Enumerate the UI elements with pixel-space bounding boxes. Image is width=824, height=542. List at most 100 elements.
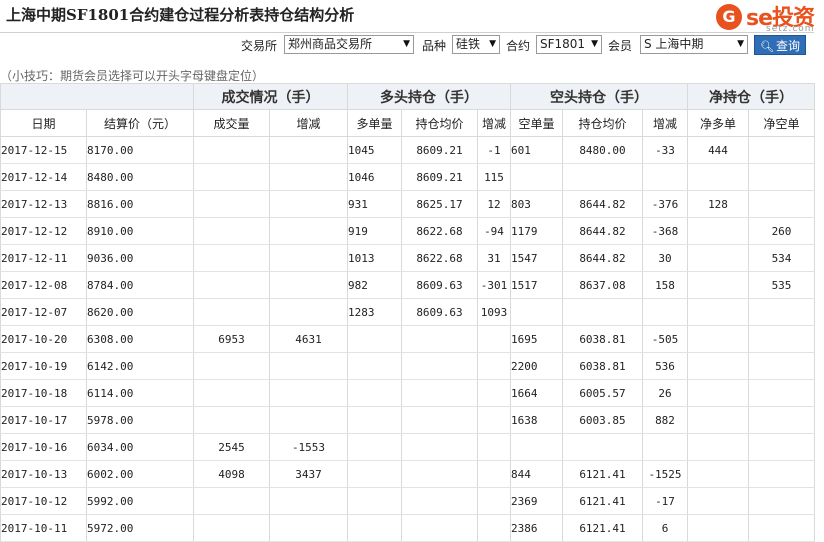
- cell-price: 5992.00: [86, 487, 194, 515]
- cell-price: 6002.00: [86, 460, 194, 488]
- cell-net-long: [687, 433, 749, 461]
- cell-vol: [193, 379, 270, 407]
- cell-net-short: [748, 433, 815, 461]
- cell-vol-chg: 4631: [269, 325, 348, 353]
- table-row: 2017-12-08 8784.00 982 8609.63 -301 1517 8637.…: [0, 271, 815, 299]
- cell-vol-chg: [269, 298, 348, 326]
- cell-short: 1695: [510, 325, 563, 353]
- cell-price: 9036.00: [86, 244, 194, 272]
- cell-vol-chg: [269, 244, 348, 272]
- cell-long-avg: 8609.63: [401, 271, 478, 299]
- cell-long-chg: [477, 352, 511, 380]
- cell-net-short: [748, 325, 815, 353]
- cell-net-short: [748, 298, 815, 326]
- cell-short: [510, 163, 563, 191]
- cell-short-chg: -368: [642, 217, 688, 245]
- cell-short: 803: [510, 190, 563, 218]
- cell-vol-chg: 3437: [269, 460, 348, 488]
- cell-short-avg: 6121.41: [562, 514, 643, 542]
- contract-select[interactable]: SF1801 ▼: [536, 35, 602, 54]
- cell-long-avg: [401, 352, 478, 380]
- cell-short: [510, 433, 563, 461]
- cell-date: 2017-10-12: [0, 487, 87, 515]
- cell-vol: 2545: [193, 433, 270, 461]
- cell-long-avg: [401, 514, 478, 542]
- cell-vol-chg: [269, 190, 348, 218]
- table-row: 2017-10-11 5972.00 2386 6121.41 6: [0, 514, 815, 542]
- cell-long: 1283: [347, 298, 402, 326]
- cell-date: 2017-10-11: [0, 514, 87, 542]
- table-row: 2017-10-16 6034.00 2545 -1553: [0, 433, 815, 461]
- cell-long-avg: 8625.17: [401, 190, 478, 218]
- logo-icon: G: [716, 4, 742, 30]
- cell-vol: [193, 136, 270, 164]
- cell-net-long: [687, 217, 749, 245]
- cell-long-avg: [401, 325, 478, 353]
- cell-long-avg: 8609.63: [401, 298, 478, 326]
- cell-short-chg: 26: [642, 379, 688, 407]
- cell-short-avg: 8644.82: [562, 244, 643, 272]
- cell-long-chg: 115: [477, 163, 511, 191]
- contract-label: 合约: [506, 39, 531, 53]
- cell-vol-chg: [269, 487, 348, 515]
- cell-vol: [193, 271, 270, 299]
- cell-short: 2369: [510, 487, 563, 515]
- cell-net-long: [687, 271, 749, 299]
- cell-long-avg: [401, 433, 478, 461]
- cell-price: 8784.00: [86, 271, 194, 299]
- table-row: 2017-10-19 6142.00 2200 6038.81 536: [0, 352, 815, 380]
- cell-net-long: [687, 163, 749, 191]
- cell-long: 919: [347, 217, 402, 245]
- cell-long: 1045: [347, 136, 402, 164]
- col-short-qty: 空单量: [510, 109, 563, 137]
- cell-vol-chg: -1553: [269, 433, 348, 461]
- cell-vol-chg: [269, 136, 348, 164]
- cell-net-short: [748, 136, 815, 164]
- cell-vol-chg: [269, 271, 348, 299]
- variety-select-value: 硅铁: [456, 37, 481, 51]
- cell-net-short: [748, 163, 815, 191]
- cell-short: 1664: [510, 379, 563, 407]
- cell-price: 6308.00: [86, 325, 194, 353]
- cell-short-avg: 8644.82: [562, 217, 643, 245]
- cell-long-chg: 31: [477, 244, 511, 272]
- cell-short-avg: 6038.81: [562, 325, 643, 353]
- cell-date: 2017-12-12: [0, 217, 87, 245]
- query-button[interactable]: 🔍︎ 查询: [754, 35, 806, 55]
- cell-date: 2017-10-18: [0, 379, 87, 407]
- cell-net-short: [748, 406, 815, 434]
- cell-long-avg: 8609.21: [401, 163, 478, 191]
- cell-long: [347, 433, 402, 461]
- cell-short-avg: 8480.00: [562, 136, 643, 164]
- cell-short: 2200: [510, 352, 563, 380]
- cell-net-short: [748, 514, 815, 542]
- cell-short-chg: [642, 163, 688, 191]
- cell-long-avg: [401, 460, 478, 488]
- cell-net-long: [687, 406, 749, 434]
- cell-long: 1046: [347, 163, 402, 191]
- cell-date: 2017-12-13: [0, 190, 87, 218]
- cell-long-chg: 1093: [477, 298, 511, 326]
- cell-net-long: [687, 325, 749, 353]
- cell-short-chg: -376: [642, 190, 688, 218]
- table-row: 2017-10-13 6002.00 4098 3437 844 6121.41 -1525: [0, 460, 815, 488]
- cell-short-chg: 158: [642, 271, 688, 299]
- tip-text: （小技巧：期货会员选择可以开头字母键盘定位）: [0, 69, 265, 83]
- exchange-select[interactable]: 郑州商品交易所 ▼: [284, 35, 414, 54]
- table-row: 2017-12-13 8816.00 931 8625.17 12 803 8644.82-…: [0, 190, 815, 218]
- chevron-down-icon: ▼: [489, 39, 496, 49]
- cell-long: [347, 379, 402, 407]
- member-select[interactable]: S 上海中期 ▼: [640, 35, 748, 54]
- table-row: 2017-12-15 8170.00 1045 8609.21 -1 601 8480.00…: [0, 136, 815, 164]
- cell-net-long: 444: [687, 136, 749, 164]
- site-logo[interactable]: G se投资 setz.com: [716, 4, 824, 34]
- variety-select[interactable]: 硅铁 ▼: [452, 35, 500, 54]
- chevron-down-icon: ▼: [591, 39, 598, 49]
- cell-price: 6142.00: [86, 352, 194, 380]
- cell-short-avg: 6121.41: [562, 487, 643, 515]
- column-header-row: 日期 结算价（元） 成交量 增减 多单量 持仓均价 增减 空单量 持仓均价 增减…: [0, 109, 815, 137]
- cell-short: 1179: [510, 217, 563, 245]
- cell-long-chg: [477, 514, 511, 542]
- cell-long-chg: [477, 460, 511, 488]
- cell-net-long: [687, 487, 749, 515]
